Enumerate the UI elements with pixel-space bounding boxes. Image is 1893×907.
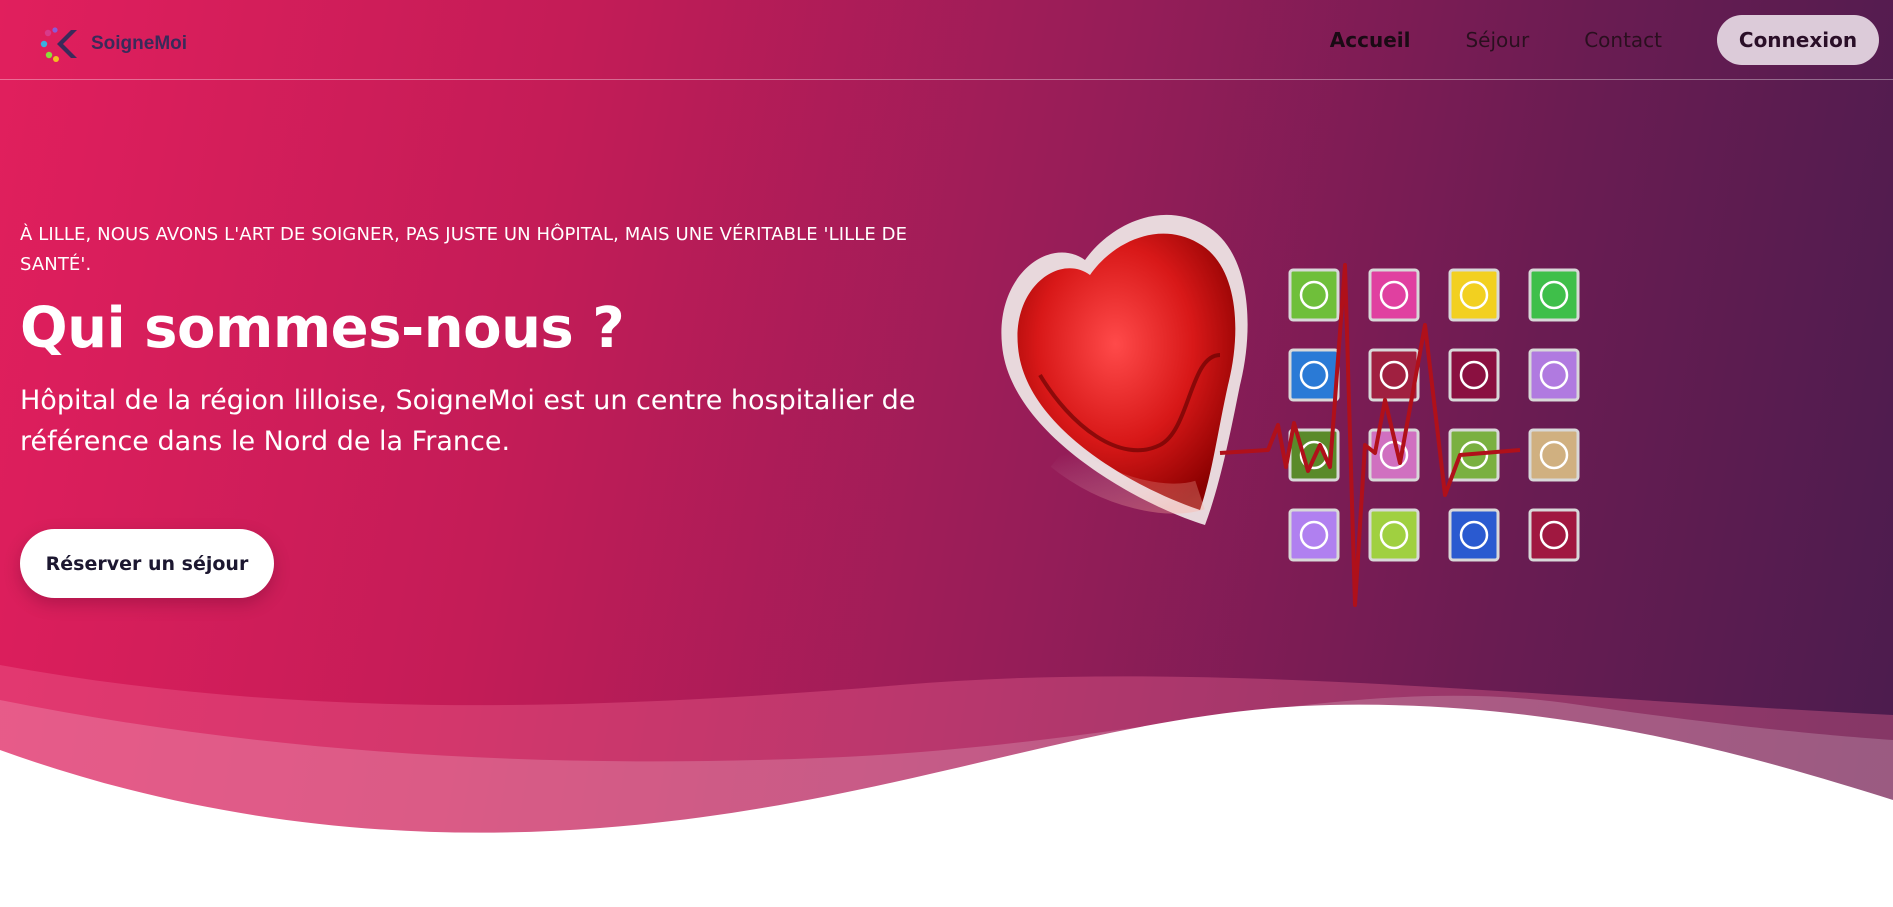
medical-tile-icon: [1368, 268, 1420, 322]
medical-tile-icon: [1288, 508, 1340, 562]
medical-tile-icon: [1448, 348, 1500, 402]
medical-tile-icon: [1528, 348, 1580, 402]
logo[interactable]: SoigneMoi: [39, 24, 187, 64]
hero-section: SoigneMoi Accueil Séjour Contact Connexi…: [0, 0, 1893, 907]
page-title: Qui sommes-nous ?: [20, 296, 625, 361]
nav-links: Accueil Séjour Contact Connexion: [1330, 0, 1879, 80]
medical-tile-icon: [1448, 508, 1500, 562]
wave-decoration: [0, 665, 1893, 907]
medical-tile-icon: [1288, 268, 1340, 322]
medical-tile-icon: [1528, 508, 1580, 562]
book-stay-button[interactable]: Réserver un séjour: [20, 529, 274, 598]
logo-icon: [40, 27, 77, 62]
medical-tile-icon: [1448, 268, 1500, 322]
login-button[interactable]: Connexion: [1717, 15, 1879, 65]
hero-description: Hôpital de la région lilloise, SoigneMoi…: [20, 385, 916, 457]
medical-tile-icon: [1368, 508, 1420, 562]
medical-tile-icon: [1528, 268, 1580, 322]
brand-name: SoigneMoi: [91, 33, 188, 54]
medical-tile-icon: [1288, 348, 1340, 402]
navbar: SoigneMoi Accueil Séjour Contact Connexi…: [0, 0, 1893, 80]
hero-tagline: À LILLE, NOUS AVONS L'ART DE SOIGNER, PA…: [20, 224, 908, 275]
heart-icon: [1001, 214, 1248, 525]
medical-tile-icon: [1528, 428, 1580, 482]
heart-medical-icons-illustration: [1001, 214, 1580, 607]
nav-link-sejour[interactable]: Séjour: [1465, 28, 1529, 52]
nav-link-accueil[interactable]: Accueil: [1330, 28, 1411, 52]
nav-link-contact[interactable]: Contact: [1584, 28, 1662, 52]
